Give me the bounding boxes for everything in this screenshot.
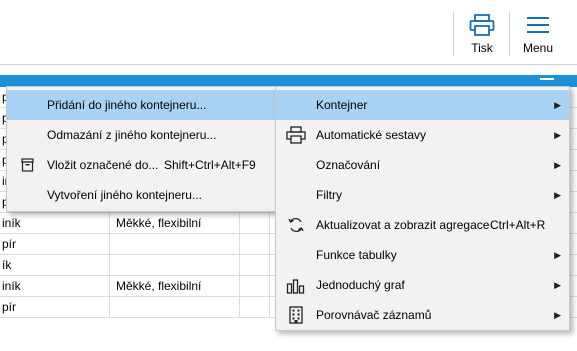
hamburger-icon <box>527 17 549 33</box>
menu-item-simple-chart[interactable]: Jednoduchý graf ▶ <box>276 270 569 300</box>
menu-item-marking[interactable]: Označování ▶ <box>276 150 569 180</box>
table-cell: Měkké, flexibilní <box>110 213 240 234</box>
table-cell: iník <box>0 276 110 297</box>
print-label: Tisk <box>471 41 493 55</box>
menu-item-label: Kontejner <box>316 98 368 112</box>
table-cell: pír <box>0 297 110 318</box>
table-cell <box>110 234 240 255</box>
menu-item-label: Přidání do jiného kontejneru... <box>47 98 207 112</box>
top-toolbar: Tisk Menu <box>0 0 577 65</box>
menu-item-label: Automatické sestavy <box>316 128 427 142</box>
menu-item-remove-from-container[interactable]: Odmazání z jiného kontejneru... <box>7 120 276 150</box>
menu-item-label: Aktualizovat a zobrazit agregace <box>316 218 490 232</box>
submenu-arrow-icon: ▶ <box>554 100 561 110</box>
table-cell: Měkké, flexibilní <box>110 276 240 297</box>
menu-item-label: Odmazání z jiného kontejneru... <box>47 128 217 142</box>
menu-item-label: Jednoduchý graf <box>316 278 405 292</box>
menu-item-shortcut: Ctrl+Alt+R <box>490 218 546 232</box>
submenu-arrow-icon: ▶ <box>554 280 561 290</box>
menu-item-container[interactable]: Kontejner ▶ <box>276 90 569 120</box>
menu-item-filters[interactable]: Filtry ▶ <box>276 180 569 210</box>
table-cell: pír <box>0 234 110 255</box>
container-submenu: Přidání do jiného kontejneru... Odmazání… <box>6 86 277 212</box>
bar-chart-icon <box>286 279 305 294</box>
menu-item-label: Vložit označené do... <box>47 158 159 172</box>
menu-item-auto-reports[interactable]: Automatické sestavy ▶ <box>276 120 569 150</box>
table-cell <box>240 297 270 318</box>
menu-item-table-functions[interactable]: Funkce tabulky ▶ <box>276 240 569 270</box>
menu-item-record-comparer[interactable]: Porovnávač záznamů ▶ <box>276 300 569 330</box>
menu-item-refresh-aggregates[interactable]: Aktualizovat a zobrazit agregace Ctrl+Al… <box>276 210 569 240</box>
menu-item-create-container[interactable]: Vytvoření jiného kontejneru... <box>7 180 276 210</box>
table-cell: iník <box>0 213 110 234</box>
printer-icon <box>286 126 306 144</box>
table-cell: ík <box>0 255 110 276</box>
menu-label: Menu <box>522 41 554 55</box>
table-cell <box>110 255 240 276</box>
menu-item-label: Funkce tabulky <box>316 248 397 262</box>
menu-item-label: Porovnávač záznamů <box>316 308 432 322</box>
table-cell <box>240 276 270 297</box>
print-button[interactable]: Tisk <box>454 10 510 58</box>
refresh-icon <box>288 218 304 232</box>
menu-item-label: Vytvoření jiného kontejneru... <box>47 188 202 202</box>
printer-icon <box>469 14 495 36</box>
submenu-arrow-icon: ▶ <box>554 250 561 260</box>
grid-header-minimize-icon[interactable] <box>540 78 554 80</box>
table-cell <box>240 255 270 276</box>
table-cell <box>240 234 270 255</box>
menu-item-shortcut: Shift+Ctrl+Alt+F9 <box>164 158 256 172</box>
context-menu: Kontejner ▶ Automatické sestavy ▶ Označo… <box>275 86 570 331</box>
submenu-arrow-icon: ▶ <box>554 160 561 170</box>
archive-box-icon <box>21 158 34 172</box>
menu-item-insert-marked[interactable]: Vložit označené do... Shift+Ctrl+Alt+F9 <box>7 150 276 180</box>
menu-button[interactable]: Menu <box>510 10 566 58</box>
table-cell <box>110 297 240 318</box>
table-cell <box>240 213 270 234</box>
menu-item-label: Označování <box>316 158 381 172</box>
submenu-arrow-icon: ▶ <box>554 190 561 200</box>
submenu-arrow-icon: ▶ <box>554 310 561 320</box>
menu-item-label: Filtry <box>316 188 342 202</box>
menu-item-add-to-container[interactable]: Přidání do jiného kontejneru... <box>7 90 276 120</box>
building-icon <box>289 306 303 324</box>
submenu-arrow-icon: ▶ <box>554 130 561 140</box>
